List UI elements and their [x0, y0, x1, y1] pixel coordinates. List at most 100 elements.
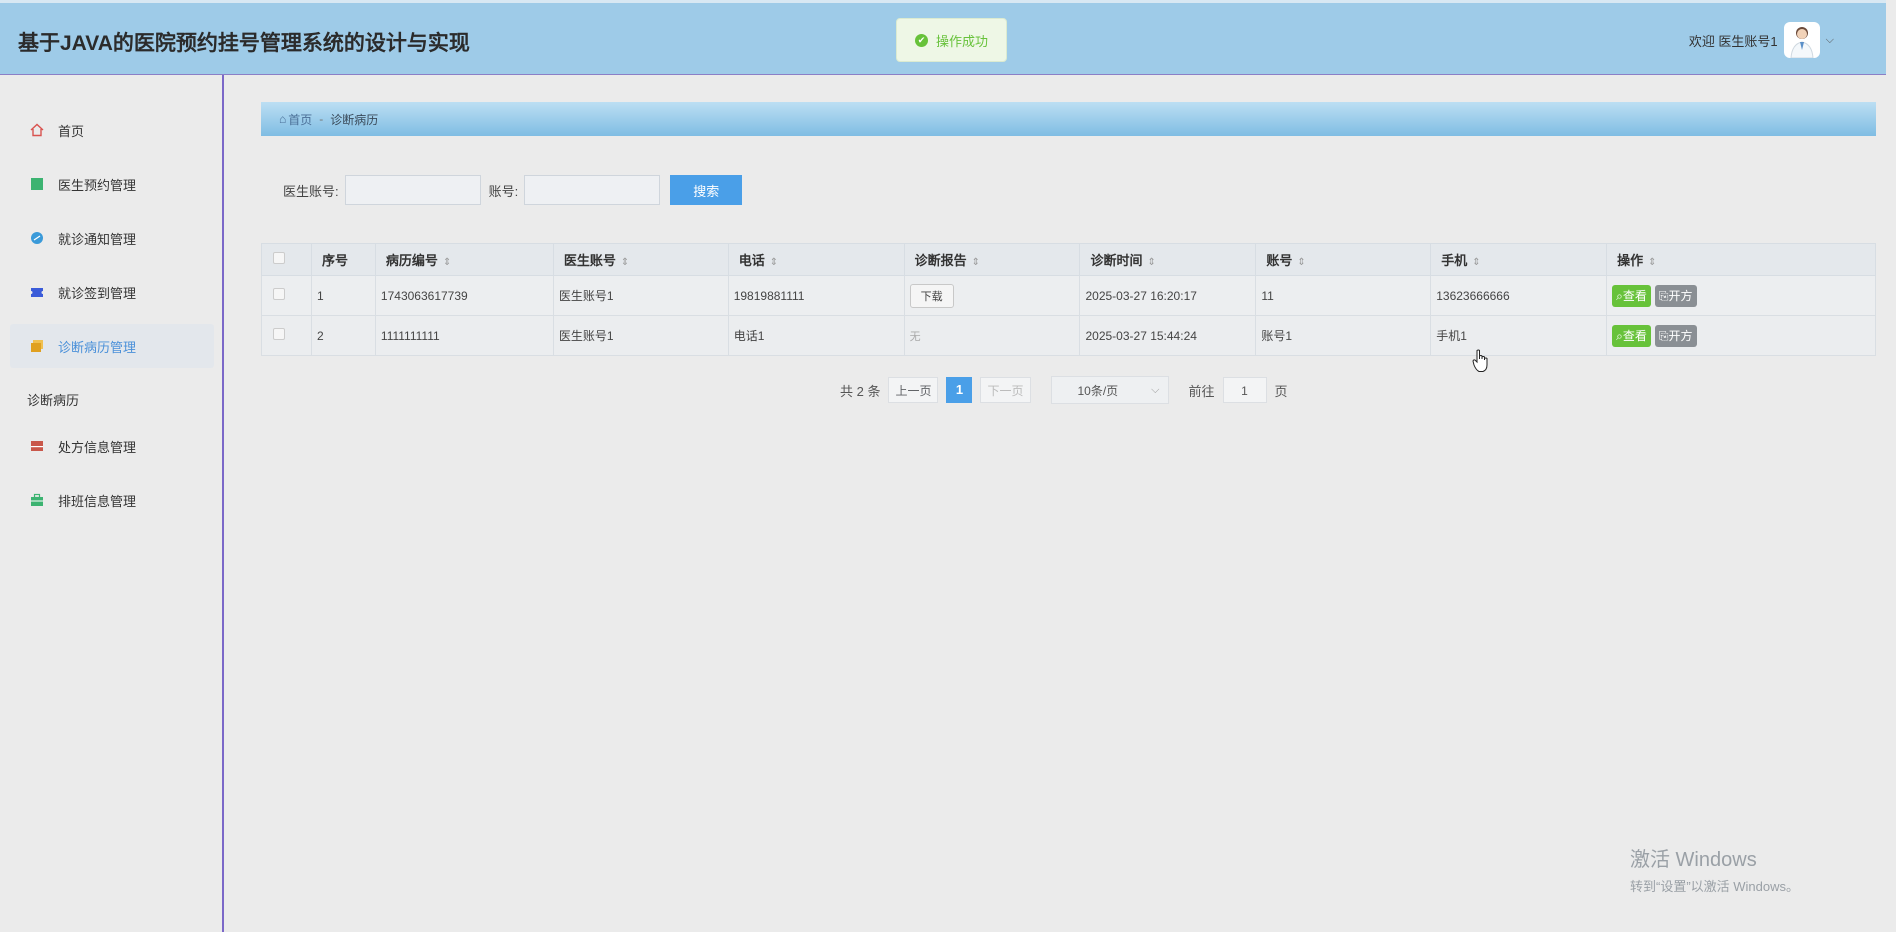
sort-icon[interactable]: ⇕ — [1148, 257, 1156, 268]
sidebar: 首页 医生预约管理 就诊通知管理 就诊签到管理 诊断病历管理 诊断病历 处方信息… — [0, 75, 224, 932]
sort-icon[interactable]: ⇕ — [770, 257, 778, 268]
select-all-cell[interactable] — [261, 243, 312, 276]
cell-mobile: 手机1 — [1430, 315, 1608, 356]
cell-account: 11 — [1255, 275, 1432, 316]
sort-icon[interactable]: ⇕ — [621, 257, 629, 268]
cell-record-no: 1743063617739 — [374, 275, 554, 316]
breadcrumb-current: 诊断病历 — [330, 112, 379, 127]
sidebar-item-visit-notice[interactable]: 就诊通知管理 — [10, 216, 214, 260]
success-toast: ✔ 操作成功 — [896, 18, 1007, 62]
doctor-account-input[interactable] — [344, 175, 481, 205]
ticket-icon — [31, 288, 43, 297]
col-record-no[interactable]: 病历编号 ⇕ — [374, 243, 554, 276]
view-button[interactable]: ⌕查看 — [1612, 284, 1651, 307]
prev-page-button[interactable]: 上一页 — [888, 377, 939, 403]
sidebar-item-medical-record[interactable]: 诊断病历管理 — [10, 324, 214, 368]
cell-index: 1 — [310, 275, 376, 316]
chevron-down-icon: ⌵ — [1151, 383, 1160, 396]
pagination: 共 2 条 上一页 1 下一页 10条/页 ⌵ 前往 1 页 — [840, 376, 1288, 404]
cell-phone: 19819881111 — [727, 275, 905, 316]
breadcrumb-separator: - — [319, 112, 324, 126]
cell-time: 2025-03-27 16:20:17 — [1079, 275, 1257, 316]
col-phone[interactable]: 电话 ⇕ — [727, 243, 905, 276]
search-button[interactable]: 搜索 — [670, 175, 743, 205]
cell-record-no: 1111111111 — [374, 315, 554, 356]
sort-icon[interactable]: ⇕ — [1648, 257, 1656, 268]
doctor-account-label: 医生账号: — [283, 183, 339, 199]
col-index: 序号 — [310, 243, 376, 276]
sidebar-item-check-in[interactable]: 就诊签到管理 — [10, 270, 214, 314]
home-icon — [30, 123, 44, 137]
sort-icon[interactable]: ⇕ — [1472, 257, 1480, 268]
chevron-down-icon[interactable]: ⌵ — [1826, 34, 1834, 47]
col-doctor[interactable]: 医生账号 ⇕ — [552, 243, 729, 276]
sidebar-item-label: 就诊通知管理 — [58, 231, 137, 247]
toast-text: 操作成功 — [935, 33, 988, 49]
row-checkbox-cell[interactable] — [261, 275, 312, 316]
doctor-avatar-icon — [1790, 27, 1814, 58]
search-icon: ⌕ — [1616, 328, 1623, 343]
breadcrumb-home[interactable]: 首页 — [288, 111, 312, 128]
avatar[interactable] — [1783, 22, 1820, 58]
sidebar-item-label: 处方信息管理 — [58, 439, 137, 455]
col-time[interactable]: 诊断时间 ⇕ — [1079, 243, 1257, 276]
next-page-button[interactable]: 下一页 — [980, 377, 1031, 403]
table-row[interactable]: 2 1111111111 医生账号1 电话1 无 2025-03-27 15:4… — [261, 315, 1876, 356]
select-all-checkbox[interactable] — [273, 252, 285, 264]
page-suffix: 页 — [1274, 383, 1288, 399]
cell-index: 2 — [310, 315, 376, 356]
sidebar-item-home[interactable]: 首页 — [10, 108, 214, 152]
sidebar-item-prescription[interactable]: 处方信息管理 — [10, 424, 214, 468]
welcome-text: 欢迎 医生账号1 — [1688, 33, 1778, 49]
user-menu[interactable]: 欢迎 医生账号1 ⌵ — [1689, 22, 1834, 58]
current-page[interactable]: 1 — [946, 377, 973, 403]
no-report-text: 无 — [909, 330, 921, 343]
cell-phone: 电话1 — [727, 315, 905, 356]
sidebar-item-label: 排班信息管理 — [58, 493, 137, 509]
cell-actions: ⌕查看 ⎘开方 — [1606, 315, 1876, 356]
table-header-row: 序号 病历编号 ⇕ 医生账号 ⇕ 电话 ⇕ 诊断报告 ⇕ 诊断时间 ⇕ 账号 ⇕ 手机 ⇕ 操… — [261, 243, 1876, 276]
goto-label: 前往 — [1188, 383, 1215, 399]
sidebar-item-schedule[interactable]: 排班信息管理 — [10, 478, 214, 522]
cell-report: 无 — [903, 315, 1081, 356]
medical-record-table: 序号 病历编号 ⇕ 医生账号 ⇕ 电话 ⇕ 诊断报告 ⇕ 诊断时间 ⇕ 账号 ⇕ 手机 ⇕ 操… — [261, 243, 1876, 356]
circle-icon — [31, 232, 43, 244]
cell-doctor: 医生账号1 — [552, 315, 729, 356]
prescribe-button[interactable]: ⎘开方 — [1654, 284, 1697, 307]
total-count: 共 2 条 — [840, 383, 881, 399]
prescribe-button[interactable]: ⎘开方 — [1654, 324, 1697, 347]
sidebar-item-label: 就诊签到管理 — [58, 285, 137, 301]
account-label: 账号: — [488, 183, 519, 199]
row-checkbox-cell[interactable] — [261, 315, 312, 356]
row-checkbox[interactable] — [273, 328, 285, 340]
row-checkbox[interactable] — [273, 288, 285, 300]
watermark-line2: 转到“设置”以激活 Windows。 — [1630, 879, 1800, 894]
cell-report: 下载 — [903, 275, 1081, 316]
goto-page-input[interactable]: 1 — [1222, 377, 1267, 403]
document-icon: ⎘ — [1658, 328, 1669, 343]
col-mobile[interactable]: 手机 ⇕ — [1430, 243, 1608, 276]
briefcase-icon — [31, 493, 43, 506]
windows-activation-watermark: 激活 Windows 转到“设置”以激活 Windows。 — [1630, 843, 1799, 895]
table-row[interactable]: 1 1743063617739 医生账号1 19819881111 下载 202… — [261, 275, 1876, 316]
sidebar-item-label: 医生预约管理 — [58, 177, 137, 193]
cell-mobile: 13623666666 — [1430, 275, 1608, 316]
account-input[interactable] — [524, 175, 661, 205]
sort-icon[interactable]: ⇕ — [972, 257, 980, 268]
sidebar-item-doctor-appointment[interactable]: 医生预约管理 — [10, 162, 214, 206]
col-report[interactable]: 诊断报告 ⇕ — [903, 243, 1081, 276]
search-bar: 医生账号: 账号: 搜索 — [283, 175, 743, 205]
sort-icon[interactable]: ⇕ — [1297, 257, 1305, 268]
sidebar-section-label: 诊断病历 — [27, 393, 80, 408]
col-account[interactable]: 账号 ⇕ — [1255, 243, 1432, 276]
check-circle-icon: ✔ — [914, 33, 928, 47]
sort-icon[interactable]: ⇕ — [443, 257, 451, 268]
view-button[interactable]: ⌕查看 — [1612, 324, 1651, 347]
col-actions[interactable]: 操作 ⇕ — [1606, 243, 1876, 276]
home-icon[interactable]: ⌂ — [279, 112, 286, 126]
page-size-value: 10条/页 — [1077, 383, 1119, 398]
page-size-select[interactable]: 10条/页 ⌵ — [1050, 376, 1169, 404]
breadcrumb: ⌂ 首页 - 诊断病历 — [261, 102, 1876, 136]
download-button[interactable]: 下载 — [909, 283, 954, 308]
top-header: 基于JAVA的医院预约挂号管理系统的设计与实现 ✔ 操作成功 欢迎 医生账号1 … — [0, 0, 1886, 75]
